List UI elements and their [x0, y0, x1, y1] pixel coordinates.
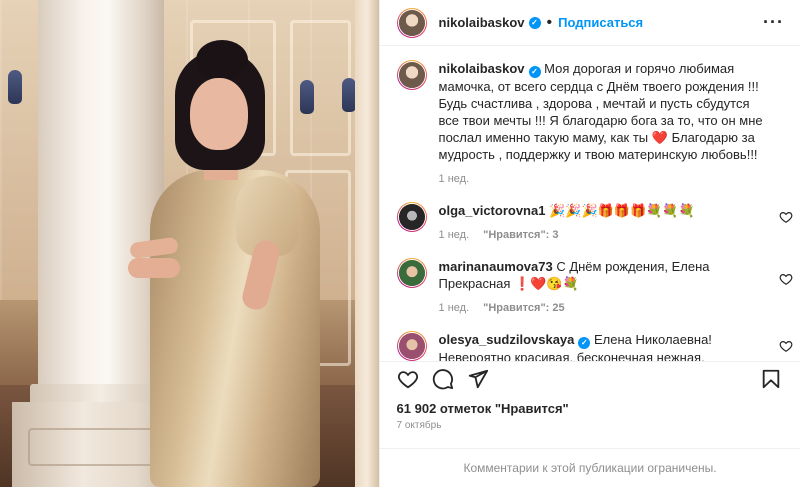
post-sidebar: nikolaibaskov ✓ • Подписаться ··· nikola…	[378, 0, 800, 488]
commenter-avatar[interactable]	[396, 331, 427, 361]
separator-dot: •	[546, 13, 553, 31]
woman-hand	[128, 258, 180, 278]
comment-like-heart-icon[interactable]	[779, 272, 793, 286]
verified-badge-icon: ✓	[528, 16, 541, 29]
comment-like-heart-icon[interactable]	[779, 339, 793, 353]
more-options-icon[interactable]: ···	[763, 12, 784, 33]
comment-body: olga_victorovna1 🎉🎉🎉🎁🎁🎁💐💐💐 1 нед. "Нравит…	[439, 202, 785, 244]
comment-time[interactable]: 1 нед.	[439, 302, 470, 314]
comment-time[interactable]: 1 нед.	[439, 229, 470, 241]
comment-username[interactable]: olesya_sudzilovskaya	[439, 332, 575, 347]
caption-body: nikolaibaskov ✓ Моя дорогая и горячо люби…	[439, 60, 785, 188]
comment-likes[interactable]: "Нравится": 3	[483, 229, 558, 241]
comment-username[interactable]: olga_victorovna1	[439, 203, 546, 218]
comment-item: marinanaumova73 С Днём рождения, Елена П…	[380, 258, 800, 317]
heart-icon[interactable]	[397, 368, 419, 390]
caption-meta: 1 нед.	[439, 171, 765, 188]
comment-body: olesya_sudzilovskaya ✓ Елена Николаевна! …	[439, 331, 785, 361]
vase-decor	[300, 80, 314, 114]
photo-pillar	[355, 0, 379, 487]
comment-icon[interactable]	[432, 368, 454, 390]
follow-button[interactable]: Подписаться	[558, 15, 643, 30]
comment-text: 🎉🎉🎉🎁🎁🎁💐💐💐	[549, 203, 695, 218]
woman-hair-bun	[196, 40, 248, 80]
vase-decor	[8, 70, 22, 104]
commenter-avatar[interactable]	[396, 202, 427, 232]
comment-item: olga_victorovna1 🎉🎉🎉🎁🎁🎁💐💐💐 1 нед. "Нравит…	[380, 202, 800, 244]
comments-restricted-notice: Комментарии к этой публикации ограничены…	[379, 448, 800, 488]
post-caption: nikolaibaskov ✓ Моя дорогая и горячо люби…	[380, 60, 800, 188]
photo-column	[38, 0, 164, 400]
post-photo[interactable]	[0, 0, 379, 487]
vase-decor	[342, 78, 356, 112]
verified-badge-icon: ✓	[528, 66, 541, 78]
caption-username[interactable]: nikolaibaskov	[439, 61, 525, 76]
comment-likes[interactable]: "Нравится": 25	[483, 302, 564, 314]
share-icon[interactable]	[467, 368, 489, 390]
comment-meta: 1 нед. "Нравится": 3	[439, 227, 765, 244]
likes-count[interactable]: 61 902 отметок "Нравится"	[397, 401, 569, 416]
heart-emoji: ❤️	[651, 130, 668, 145]
comment-username[interactable]: marinanaumova73	[439, 259, 553, 274]
author-username[interactable]: nikolaibaskov	[439, 15, 525, 30]
comment-like-heart-icon[interactable]	[779, 210, 793, 224]
post-date[interactable]: 7 октябрь	[397, 420, 442, 431]
comments-list[interactable]: nikolaibaskov ✓ Моя дорогая и горячо люби…	[380, 46, 800, 361]
woman-face	[190, 78, 248, 150]
action-bar	[379, 361, 800, 394]
bookmark-icon[interactable]	[760, 368, 782, 390]
comment-body: marinanaumova73 С Днём рождения, Елена П…	[439, 258, 785, 317]
commenter-avatar[interactable]	[396, 258, 427, 288]
caption-avatar[interactable]	[396, 60, 427, 90]
comment-meta: 1 нед. "Нравится": 25	[439, 300, 765, 317]
author-avatar[interactable]	[396, 7, 427, 38]
instagram-post: nikolaibaskov ✓ • Подписаться ··· nikola…	[0, 0, 800, 487]
comment-item: olesya_sudzilovskaya ✓ Елена Николаевна! …	[380, 331, 800, 361]
post-header: nikolaibaskov ✓ • Подписаться ···	[379, 0, 800, 46]
caption-time[interactable]: 1 нед.	[439, 173, 470, 185]
verified-badge-icon: ✓	[578, 337, 591, 349]
